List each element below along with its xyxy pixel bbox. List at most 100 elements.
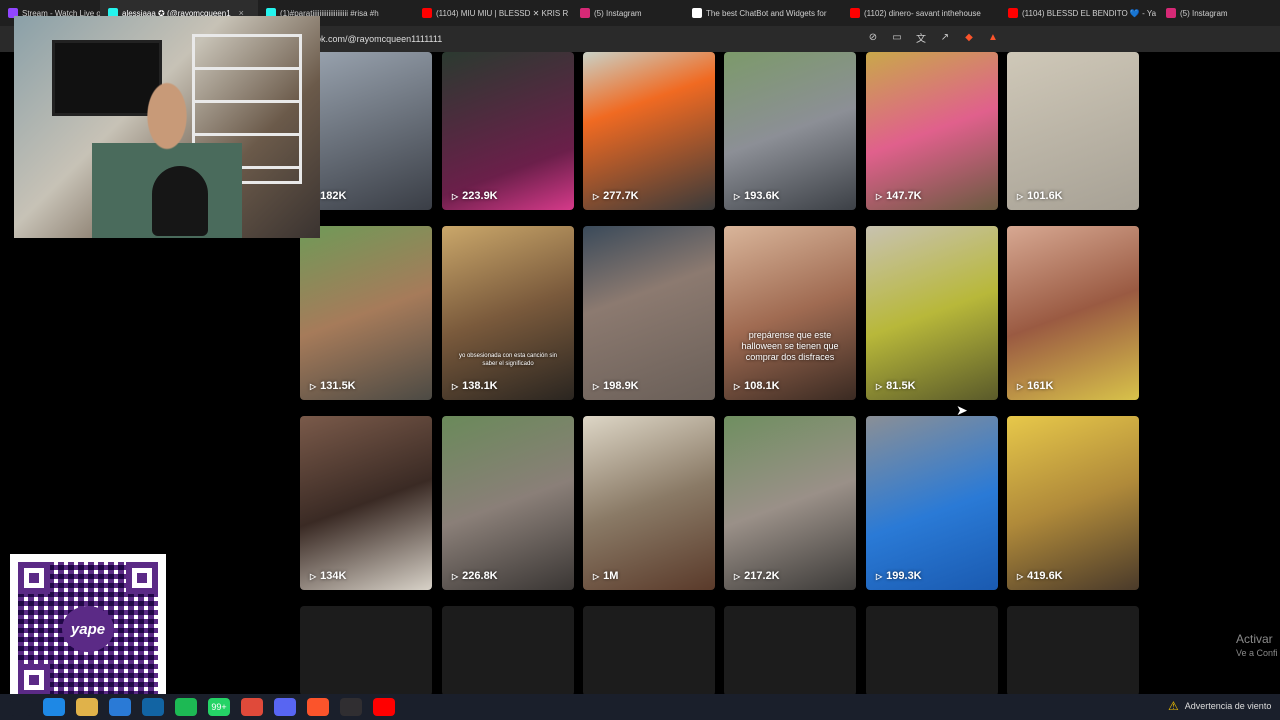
video-thumbnail[interactable]: ▷ 419.6K — [1007, 416, 1139, 590]
view-count: ▷ 419.6K — [1017, 570, 1063, 582]
view-count: ▷ 108.1K — [734, 380, 780, 392]
video-thumbnail[interactable]: ▷ 81.5K — [866, 226, 998, 400]
view-count: ▷ 199.3K — [876, 570, 922, 582]
view-count-text: 223.9K — [462, 190, 498, 202]
browser-tab[interactable]: (1102) dinero- savant inthehouse — [842, 0, 1000, 26]
view-count-text: 134K — [320, 570, 347, 582]
youtube-icon[interactable] — [373, 698, 395, 716]
spotify-icon[interactable] — [175, 698, 197, 716]
video-thumbnail[interactable]: yo obsesionada con esta canción sin sabe… — [442, 226, 574, 400]
favicon-icon — [850, 8, 860, 18]
screen-icon[interactable]: ▭ — [890, 32, 904, 43]
view-count: ▷ 161K — [1017, 380, 1053, 392]
view-count-text: 161K — [1027, 380, 1054, 392]
video-placeholder — [442, 606, 574, 696]
video-thumbnail[interactable]: ▷ 198.9K — [583, 226, 715, 400]
view-count: ▷ 277.7K — [593, 190, 639, 202]
windows-icon[interactable] — [10, 698, 32, 716]
browser-tab[interactable]: (5) Instagram — [1158, 0, 1240, 26]
video-thumbnail[interactable]: ▷ 131.5K — [300, 226, 432, 400]
browser-tab[interactable]: (1104) BLESSD EL BENDITO 💙 - Ya — [1000, 0, 1158, 26]
explorer-icon[interactable] — [76, 698, 98, 716]
video-thumbnail[interactable]: ▷ 193.6K — [724, 52, 856, 210]
share-icon[interactable]: ↗ — [938, 32, 952, 43]
url-text[interactable]: ok.com/@rayomcqueen1111111 — [316, 34, 442, 44]
play-icon: ▷ — [593, 191, 600, 201]
brave-icon[interactable] — [307, 698, 329, 716]
edge-icon[interactable] — [43, 698, 65, 716]
video-thumbnail[interactable]: ▷ 226.8K — [442, 416, 574, 590]
play-icon: ▷ — [452, 381, 459, 391]
video-thumbnail[interactable]: ▷ 277.7K — [583, 52, 715, 210]
view-count-text: 419.6K — [1027, 570, 1063, 582]
browser-tab[interactable]: (1104) MIU MIU | BLESSD ✕ KRIS R — [414, 0, 572, 26]
video-placeholder — [866, 606, 998, 696]
notification-badge: 99+ — [211, 702, 227, 712]
activate-windows-title: Activar — [1236, 632, 1273, 646]
yape-logo: yape — [62, 606, 114, 652]
play-icon: ▷ — [734, 571, 741, 581]
video-thumbnail[interactable]: prepárense que este halloween se tienen … — [724, 226, 856, 400]
video-thumbnail[interactable]: ▷ 147.7K — [866, 52, 998, 210]
tab-label: (1104) BLESSD EL BENDITO 💙 - Ya — [1022, 8, 1157, 18]
video-thumbnail[interactable]: ▷ 217.2K — [724, 416, 856, 590]
play-icon: ▷ — [1017, 191, 1024, 201]
view-count: ▷ 217.2K — [734, 570, 780, 582]
store-icon[interactable] — [109, 698, 131, 716]
brave-shield-icon[interactable]: ◆ — [962, 32, 976, 43]
microphone-image — [152, 166, 208, 236]
view-count-text: 131.5K — [320, 380, 356, 392]
view-count-text: 217.2K — [744, 570, 780, 582]
view-count: ▷ 193.6K — [734, 190, 780, 202]
whatsapp-icon[interactable]: 99+ — [208, 698, 230, 716]
activate-windows-subtitle: Ve a Confi — [1236, 648, 1278, 658]
video-placeholder — [724, 606, 856, 696]
video-caption: prepárense que este halloween se tienen … — [741, 330, 839, 362]
chrome-icon[interactable] — [241, 698, 263, 716]
play-icon: ▷ — [876, 571, 883, 581]
browser-toolbar: ⊘ ▭ 文 ↗ ◆ ▲ — [866, 30, 1000, 45]
qr-finder — [126, 562, 158, 594]
video-placeholder — [300, 606, 432, 696]
reader-off-icon[interactable]: ⊘ — [866, 32, 880, 43]
browser-tab[interactable]: The best ChatBot and Widgets for — [684, 0, 842, 26]
video-thumbnail[interactable]: ▷ 134K — [300, 416, 432, 590]
browser-tab[interactable]: (5) Instagram — [572, 0, 684, 26]
play-icon: ▷ — [1017, 571, 1024, 581]
view-count: ▷ 1M — [593, 570, 618, 582]
video-thumbnail[interactable]: ▷ 223.9K — [442, 52, 574, 210]
brave-rewards-icon[interactable]: ▲ — [986, 32, 1000, 43]
tab-label: (5) Instagram — [594, 8, 642, 18]
play-icon: ▷ — [734, 381, 741, 391]
play-icon: ▷ — [593, 571, 600, 581]
video-thumbnail[interactable]: ▷ 161K — [1007, 226, 1139, 400]
play-icon: ▷ — [310, 571, 317, 581]
video-thumbnail[interactable]: ▷ 101.6K — [1007, 52, 1139, 210]
tab-label: (5) Instagram — [1180, 8, 1228, 18]
weather-text: Advertencia de viento — [1184, 701, 1272, 711]
obs-icon[interactable] — [340, 698, 362, 716]
play-icon: ▷ — [593, 381, 600, 391]
discord-icon[interactable] — [274, 698, 296, 716]
view-count-text: 108.1K — [744, 380, 780, 392]
video-caption: yo obsesionada con esta canción sin sabe… — [458, 353, 558, 367]
outlook-icon[interactable] — [142, 698, 164, 716]
play-icon: ▷ — [876, 191, 883, 201]
view-count-text: 101.6K — [1027, 190, 1063, 202]
video-thumbnail[interactable]: ▷ 1M — [583, 416, 715, 590]
play-icon: ▷ — [452, 571, 459, 581]
webcam-overlay — [14, 16, 320, 238]
tab-label: (1104) MIU MIU | BLESSD ✕ KRIS R — [436, 8, 569, 18]
taskbar: 99+ — [0, 694, 1280, 720]
mouse-cursor-icon: ➤ — [956, 402, 968, 418]
view-count: ▷ 147.7K — [876, 190, 922, 202]
view-count-text: 199.3K — [886, 570, 922, 582]
translate-icon[interactable]: 文 — [914, 30, 928, 45]
yape-qr-code: yape — [10, 554, 166, 704]
view-count-text: 277.7K — [603, 190, 639, 202]
video-thumbnail[interactable]: ▷ 199.3K — [866, 416, 998, 590]
view-count: ▷ 138.1K — [452, 380, 498, 392]
tab-label: The best ChatBot and Widgets for — [706, 8, 827, 18]
qr-finder — [18, 562, 50, 594]
weather-widget[interactable]: ⚠ Advertencia de viento — [1168, 699, 1271, 713]
